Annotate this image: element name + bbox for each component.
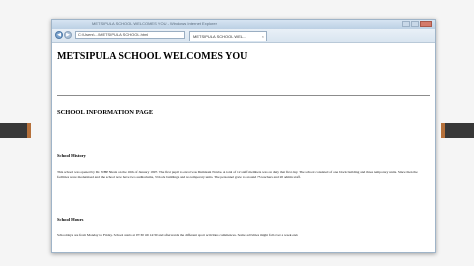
presentation-slide: METSIPULA SCHOOL WELCOMES YOU - Windows …: [0, 0, 474, 266]
window-controls: [402, 21, 432, 28]
left-decor-bar: [0, 123, 27, 138]
page-title: METSIPULA SCHOOL WELCOMES YOU: [57, 51, 248, 62]
left-accent: [27, 123, 31, 138]
close-window-button[interactable]: [420, 21, 432, 27]
tab-label: METSIPULA SCHOOL WEL...: [193, 34, 247, 39]
address-bar[interactable]: C:\Users\...\METSIPULA SCHOOL.html: [75, 31, 185, 39]
window-title: METSIPULA SCHOOL WELCOMES YOU - Windows …: [92, 21, 217, 26]
title-bar: METSIPULA SCHOOL WELCOMES YOU - Windows …: [52, 20, 435, 29]
back-button[interactable]: ◀: [55, 31, 63, 39]
right-decor-bar: [445, 123, 474, 138]
browser-toolbar: ◀ ▶ C:\Users\...\METSIPULA SCHOOL.html M…: [52, 29, 435, 43]
divider-top: [57, 95, 430, 96]
section-heading-history: School History: [57, 153, 86, 158]
forward-button[interactable]: ▶: [64, 31, 72, 39]
page-subtitle: SCHOOL INFORMATION PAGE: [57, 109, 154, 116]
tab-close-icon[interactable]: ×: [262, 32, 264, 41]
section-body-history: This school was opened by Dr. NHP Nkala …: [57, 170, 418, 179]
maximize-button[interactable]: [411, 21, 419, 27]
minimize-button[interactable]: [402, 21, 410, 27]
section-body-hours: Schooldays are from Monday to Friday. Sc…: [57, 233, 299, 237]
section-heading-hours: School Hours: [57, 217, 84, 222]
page-content: METSIPULA SCHOOL WELCOMES YOU SCHOOL INF…: [52, 43, 435, 251]
right-accent: [441, 123, 445, 138]
tab-metsipula-school[interactable]: METSIPULA SCHOOL WEL... ×: [189, 31, 267, 41]
browser-window: METSIPULA SCHOOL WELCOMES YOU - Windows …: [51, 19, 436, 253]
